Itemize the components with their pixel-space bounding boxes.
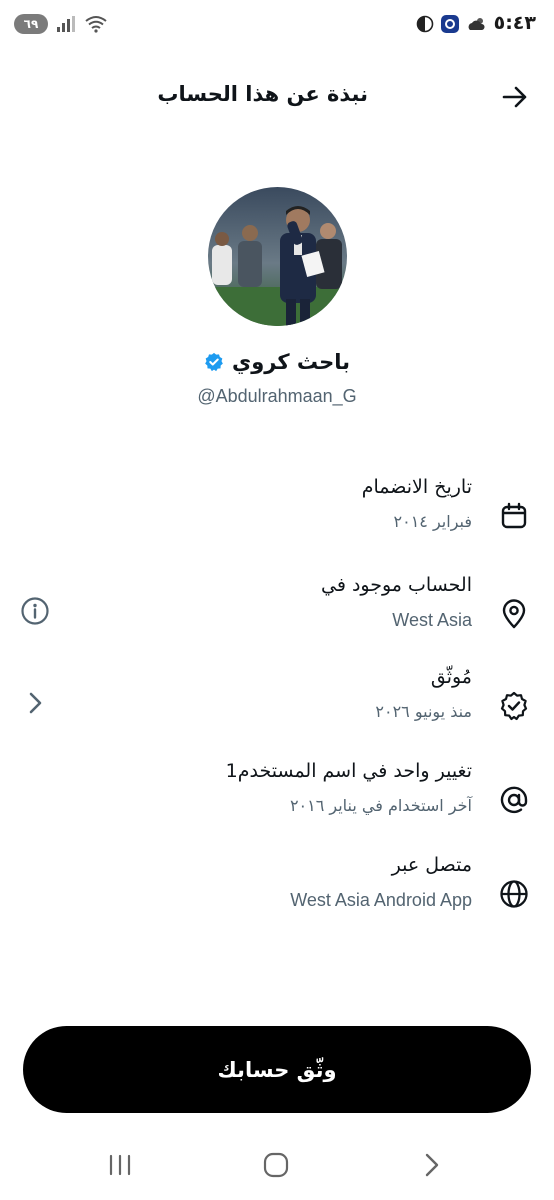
header: نبذة عن هذا الحساب	[0, 70, 554, 120]
status-bar: ٦٩ ٥:٤٣	[0, 0, 554, 50]
status-icons-right	[416, 14, 488, 34]
profile-handle: @Abdulrahmaan_G	[197, 386, 357, 406]
battery-indicator: ٦٩	[14, 14, 48, 34]
signal-icon	[56, 15, 76, 33]
row-title: متصل عبر	[391, 854, 472, 876]
battery-level: ٦٩	[23, 17, 39, 31]
home-icon	[263, 1152, 289, 1178]
wifi-icon	[84, 15, 108, 33]
row-title: تاريخ الانضمام	[361, 476, 472, 498]
row-subtitle: منذ يونيو ٢٠٢٦	[375, 702, 472, 721]
row-title: مُوثّق	[430, 666, 472, 688]
row-subtitle: آخر استخدام في يناير ٢٠١٦	[289, 796, 472, 815]
info-row-verified: مُوثّق منذ يونيو ٢٠٢٦	[0, 666, 554, 746]
recents-icon	[107, 1153, 133, 1177]
verify-account-button[interactable]: وثّق حسابك	[23, 1026, 531, 1113]
verified-badge-icon	[498, 690, 530, 722]
system-back-button[interactable]	[412, 1147, 452, 1183]
back-icon	[423, 1152, 441, 1178]
globe-icon	[498, 878, 530, 910]
weather-icon	[466, 15, 488, 33]
system-nav-bar	[0, 1135, 554, 1195]
info-row-connected-via: متصل عبر West Asia Android App	[0, 854, 554, 934]
app-notification-icon	[440, 14, 460, 34]
profile-name-row: باحث كروي	[0, 350, 554, 374]
row-subtitle: West Asia Android App	[290, 890, 472, 910]
info-row-location: الحساب موجود في West Asia	[0, 574, 554, 654]
arrow-right-icon	[502, 86, 528, 108]
info-row-username-changes: تغيير واحد في اسم المستخدم1 آخر استخدام …	[0, 760, 554, 840]
row-subtitle: فبراير ٢٠١٤	[393, 512, 473, 531]
chevron-right-icon	[26, 691, 44, 715]
row-title: تغيير واحد في اسم المستخدم1	[225, 760, 472, 782]
verified-badge-icon[interactable]	[204, 352, 224, 372]
location-pin-icon	[498, 598, 530, 630]
row-subtitle: West Asia	[392, 610, 472, 630]
row-title: الحساب موجود في	[321, 574, 472, 596]
avatar[interactable]	[208, 187, 347, 326]
status-icons-left: ٦٩	[14, 14, 108, 34]
contrast-icon	[416, 15, 434, 33]
profile-name: باحث كروي	[231, 350, 351, 374]
info-button[interactable]	[18, 594, 52, 628]
info-circle-icon	[20, 596, 50, 626]
at-sign-icon	[498, 784, 530, 816]
clock: ٥:٤٣	[493, 12, 536, 34]
verified-details-button[interactable]	[18, 686, 52, 720]
info-row-join-date: تاريخ الانضمام فبراير ٢٠١٤	[0, 476, 554, 556]
page-title: نبذة عن هذا الحساب	[157, 82, 368, 106]
home-button[interactable]	[256, 1147, 296, 1183]
calendar-icon	[498, 500, 530, 532]
back-button[interactable]	[500, 82, 530, 112]
recents-button[interactable]	[100, 1147, 140, 1183]
